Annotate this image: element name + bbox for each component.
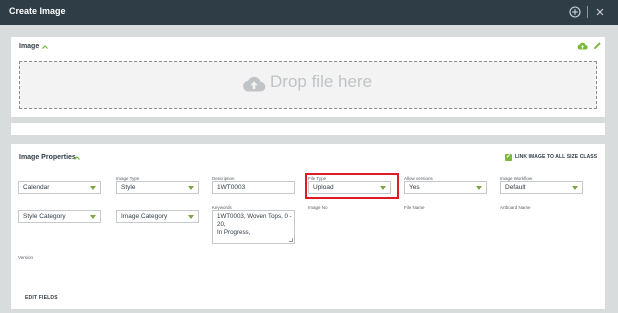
keywords-field[interactable]: 1WT0003, Woven Tops, 0 - 20, In Progress… — [212, 210, 295, 244]
image-properties-section: Image Properties ✔ LINK IMAGE TO ALL SIZ… — [11, 144, 605, 309]
image-type-select[interactable]: Style — [116, 181, 199, 194]
chevron-down-icon — [90, 186, 96, 190]
image-workflow-select[interactable]: Default — [500, 181, 583, 194]
image-section-title: Image — [19, 43, 40, 50]
chevron-down-icon — [476, 186, 482, 190]
close-icon[interactable] — [595, 6, 605, 18]
chevron-down-icon — [188, 186, 194, 190]
check-icon: ✔ — [506, 154, 512, 160]
chevron-down-icon — [188, 215, 194, 219]
file-type-select[interactable]: Upload — [308, 181, 391, 194]
version-label: Version — [18, 255, 34, 260]
artboard-name-label: Artboard Name — [500, 205, 531, 210]
file-dropzone[interactable]: Drop file here — [19, 61, 597, 109]
chevron-up-icon[interactable] — [73, 154, 81, 162]
image-category-value: Image Category — [121, 213, 168, 220]
link-all-label: LINK IMAGE TO ALL SIZE CLASS — [515, 154, 598, 160]
style-category-select[interactable]: Style Category — [18, 210, 101, 223]
image-workflow-value: Default — [505, 184, 526, 191]
image-section: Image Drop file here — [11, 37, 605, 135]
add-circle-icon[interactable] — [569, 6, 581, 18]
edit-fields-button[interactable]: EDIT FIELDS — [25, 295, 58, 301]
image-no-label: Image No — [308, 205, 328, 210]
chevron-down-icon — [90, 215, 96, 219]
chevron-up-icon[interactable] — [41, 43, 49, 51]
resize-handle[interactable] — [289, 238, 293, 242]
title-separator — [587, 6, 591, 18]
calendar-select[interactable]: Calendar — [18, 181, 101, 194]
description-value: 1WT0003 — [217, 184, 246, 191]
cloud-upload-icon[interactable] — [577, 42, 588, 50]
image-category-select[interactable]: Image Category — [116, 210, 199, 223]
pencil-icon[interactable] — [593, 41, 602, 50]
title-bar: Create Image — [0, 0, 618, 25]
section-divider — [11, 117, 605, 135]
dialog-title: Create Image — [9, 6, 66, 16]
allow-versions-select[interactable]: Yes — [404, 181, 487, 194]
allow-versions-value: Yes — [409, 184, 420, 191]
image-properties-title: Image Properties — [19, 154, 76, 161]
file-type-value: Upload — [313, 184, 334, 191]
cloud-upload-icon — [243, 76, 266, 92]
file-name-label: File Name — [404, 205, 425, 210]
style-category-value: Style Category — [23, 213, 66, 220]
image-type-value: Style — [121, 184, 136, 191]
calendar-value: Calendar — [23, 184, 50, 191]
keywords-value: 1WT0003, Woven Tops, 0 - 20, In Progress… — [217, 213, 292, 236]
description-field[interactable]: 1WT0003 — [212, 181, 295, 194]
chevron-down-icon — [380, 186, 386, 190]
dropzone-text: Drop file here — [270, 72, 373, 91]
chevron-down-icon — [572, 186, 578, 190]
